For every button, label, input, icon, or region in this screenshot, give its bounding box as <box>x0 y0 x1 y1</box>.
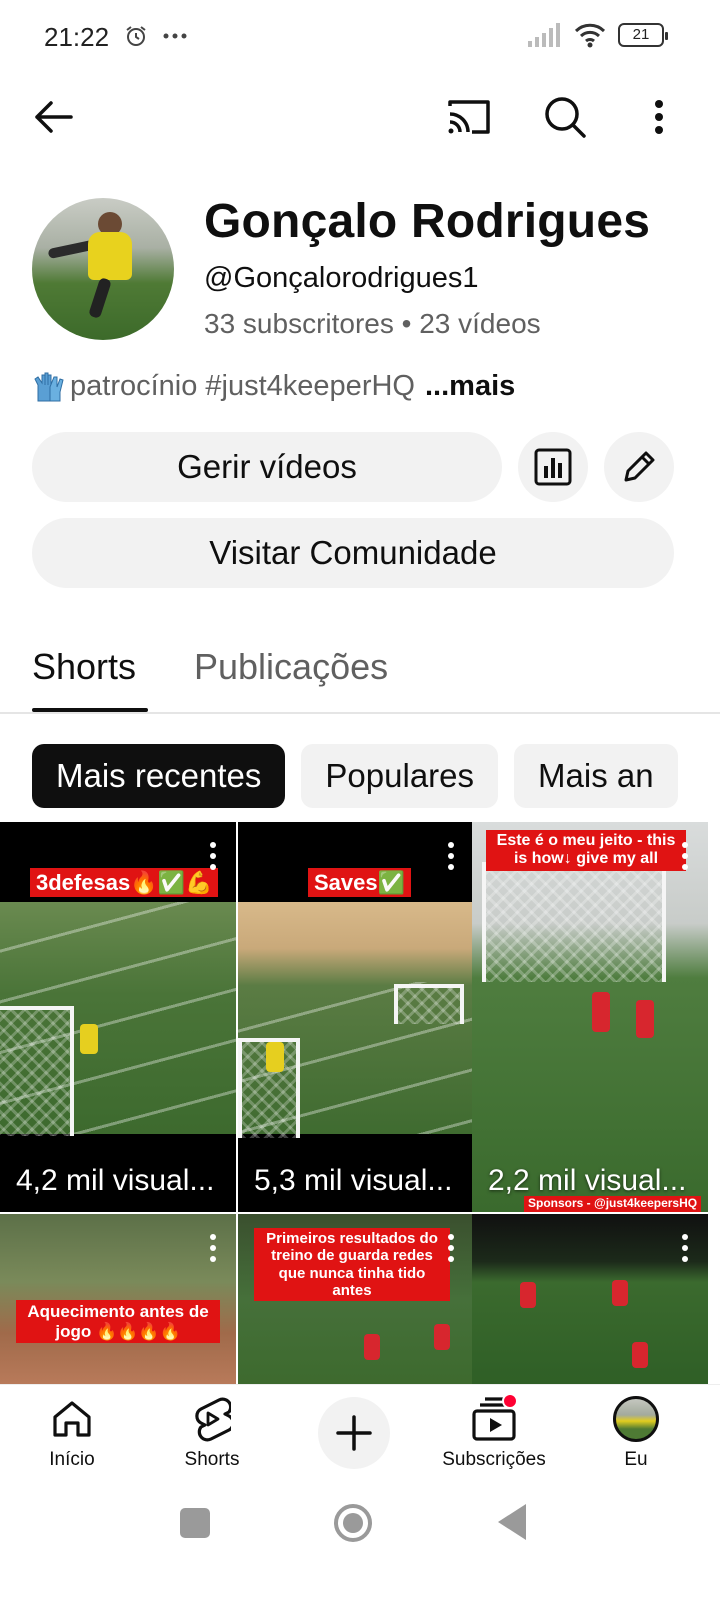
short-views: 2,2 mil visual... <box>488 1164 687 1197</box>
short-caption: Este é o meu jeito - this is how↓ give m… <box>486 830 686 871</box>
home-system-button[interactable] <box>334 1504 372 1542</box>
short-thumbnail[interactable]: Este é o meu jeito - this is how↓ give m… <box>472 822 708 1212</box>
goal-net <box>394 984 464 1024</box>
channel-description-text: patrocínio #just4keeperHQ <box>70 370 415 402</box>
cast-button[interactable] <box>442 90 496 144</box>
player-figure <box>520 1282 536 1308</box>
short-sponsor-tag: Sponsors - @just4keepersHQ <box>524 1196 702 1212</box>
channel-handle: @Gonçalorodrigues1 <box>204 262 479 294</box>
active-tab-indicator <box>32 708 148 712</box>
tab-shorts[interactable]: Shorts <box>32 646 136 688</box>
short-thumbnail[interactable]: Saves✅ 5,3 mil visual... <box>238 822 474 1212</box>
chip-popular[interactable]: Populares <box>301 744 499 808</box>
edit-channel-button[interactable] <box>604 432 674 502</box>
search-icon <box>545 97 586 138</box>
shorts-icon <box>195 1397 231 1442</box>
player-figure <box>434 1324 450 1350</box>
create-button[interactable] <box>318 1397 390 1469</box>
status-bar: 21:22 21 <box>0 0 720 78</box>
short-menu-button[interactable] <box>682 842 690 875</box>
status-time: 21:22 <box>44 22 110 52</box>
nav-subscriptions-label: Subscrições <box>442 1449 546 1470</box>
goalkeeper-figure <box>80 1024 98 1054</box>
more-notifications-icon <box>163 33 187 39</box>
search-button[interactable] <box>538 90 592 144</box>
home-icon <box>53 1401 91 1437</box>
chip-latest[interactable]: Mais recentes <box>32 744 286 808</box>
top-app-bar <box>0 78 720 156</box>
avatar <box>613 1396 659 1442</box>
channel-tabs: Shorts Publicações <box>0 630 720 714</box>
channel-name: Gonçalo Rodrigues <box>204 195 651 248</box>
signal-icon <box>528 23 560 47</box>
short-menu-button[interactable] <box>210 1234 218 1267</box>
short-menu-button[interactable] <box>210 842 218 875</box>
channel-description[interactable]: patrocínio #just4keeperHQ ...mais <box>32 370 515 403</box>
short-views: 5,3 mil visual... <box>254 1164 453 1197</box>
chip-oldest[interactable]: Mais an <box>514 744 678 808</box>
recents-button[interactable] <box>180 1508 210 1538</box>
system-navigation-bar <box>0 1484 720 1600</box>
status-right: 21 <box>528 22 668 48</box>
short-menu-button[interactable] <box>448 842 456 875</box>
gloves-icon <box>34 372 64 401</box>
short-thumbnail[interactable]: Primeiros resultados do treino de guarda… <box>238 1214 474 1384</box>
player-figure <box>636 1000 654 1038</box>
short-thumbnail[interactable]: Aquecimento antes de jogo 🔥🔥🔥🔥 <box>0 1214 236 1384</box>
analytics-icon <box>534 448 572 486</box>
arrow-left-icon <box>35 101 73 133</box>
shorts-grid: 3defesas🔥✅💪 4,2 mil visual... Saves✅ 5,3… <box>0 822 720 1384</box>
player-figure <box>612 1280 628 1306</box>
tab-posts[interactable]: Publicações <box>194 646 388 688</box>
short-caption: Aquecimento antes de jogo 🔥🔥🔥🔥 <box>16 1300 220 1344</box>
back-system-button[interactable] <box>498 1504 526 1540</box>
player-figure <box>364 1334 380 1360</box>
channel-stats: 33 subscritores • 23 vídeos <box>204 308 541 339</box>
short-caption: Primeiros resultados do treino de guarda… <box>254 1228 450 1301</box>
description-more-link[interactable]: ...mais <box>425 370 515 403</box>
battery-indicator: 21 <box>618 23 668 47</box>
nav-you[interactable]: Eu <box>576 1395 696 1471</box>
player-figure <box>632 1342 648 1368</box>
short-menu-button[interactable] <box>448 1234 456 1267</box>
nav-you-label: Eu <box>624 1449 648 1470</box>
status-left-icons <box>124 24 188 48</box>
short-views: 4,2 mil visual... <box>16 1164 215 1197</box>
goalkeeper-figure <box>266 1042 284 1072</box>
pencil-icon <box>624 451 655 482</box>
thumbnail-image <box>0 902 236 1136</box>
cast-icon <box>448 100 490 134</box>
sort-chips: Mais recentes Populares Mais an <box>32 744 678 808</box>
short-thumbnail[interactable]: 3defesas🔥✅💪 4,2 mil visual... <box>0 822 236 1212</box>
bottom-navigation: Início Shorts Subscrições Eu <box>0 1384 720 1484</box>
short-caption: Saves✅ <box>308 868 412 898</box>
short-menu-button[interactable] <box>682 1234 690 1267</box>
avatar-photo-detail <box>88 232 132 280</box>
channel-avatar[interactable] <box>32 198 174 340</box>
goal-net <box>482 862 666 982</box>
short-caption: 3defesas🔥✅💪 <box>30 868 219 898</box>
notification-badge <box>502 1393 518 1409</box>
manage-videos-button[interactable]: Gerir vídeos <box>32 432 502 502</box>
vertical-dots-icon <box>655 100 663 134</box>
alarm-icon <box>126 26 146 46</box>
avatar-photo-detail <box>88 277 112 319</box>
goal-net <box>0 1006 74 1136</box>
nav-subscriptions[interactable]: Subscrições <box>434 1393 554 1471</box>
back-button[interactable] <box>26 90 80 144</box>
plus-icon <box>336 1415 372 1451</box>
more-options-button[interactable] <box>632 90 686 144</box>
short-thumbnail[interactable] <box>472 1214 708 1384</box>
nav-shorts[interactable]: Shorts <box>152 1395 272 1471</box>
nav-shorts-label: Shorts <box>184 1449 240 1470</box>
wifi-icon <box>574 23 606 48</box>
thumbnail-image <box>238 902 474 1138</box>
nav-home-label: Início <box>49 1449 95 1470</box>
nav-home[interactable]: Início <box>12 1395 132 1471</box>
visit-community-button[interactable]: Visitar Comunidade <box>32 518 674 588</box>
player-figure <box>592 992 610 1032</box>
analytics-button[interactable] <box>518 432 588 502</box>
